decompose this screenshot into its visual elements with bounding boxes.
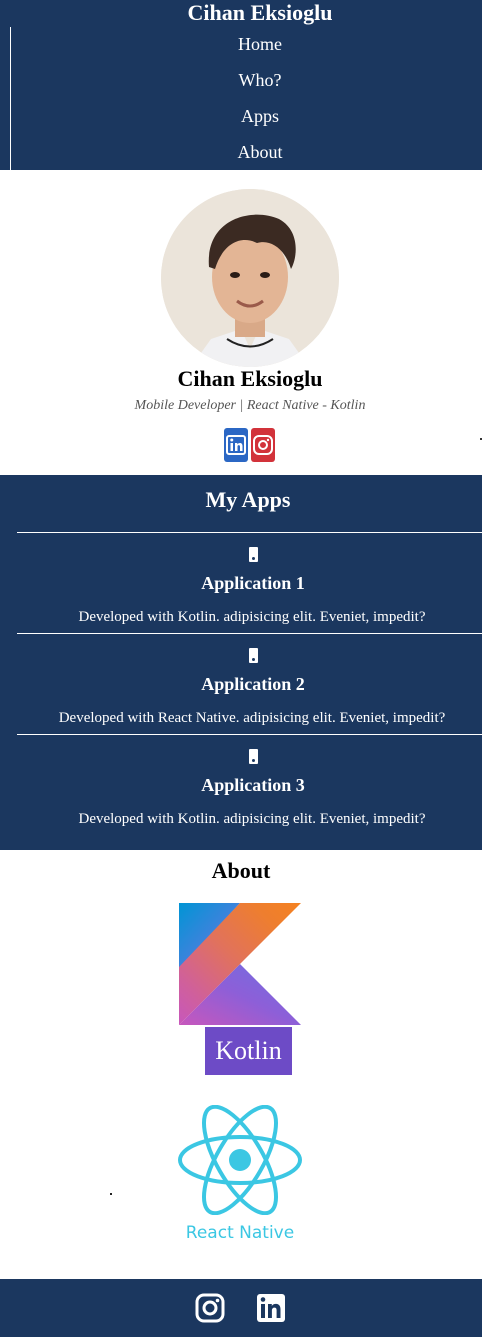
instagram-icon[interactable] — [195, 1293, 225, 1323]
linkedin-icon[interactable] — [256, 1293, 286, 1323]
app-name: Application 3 — [201, 775, 305, 795]
profile-section: Cihan Eksioglu Mobile Developer | React … — [0, 170, 482, 475]
nav-about[interactable]: About — [0, 135, 482, 171]
app-description: Developed with React Native. adipisicing… — [58, 710, 446, 726]
linkedin-icon[interactable] — [224, 428, 248, 462]
nav-who[interactable]: Who? — [0, 63, 482, 99]
site-brand[interactable]: Cihan Eksioglu — [0, 0, 482, 26]
nav-apps[interactable]: Apps — [0, 99, 482, 135]
kotlin-logo-icon — [179, 903, 301, 1025]
main-nav: Home Who? Apps About — [0, 27, 482, 171]
apps-title: My Apps — [205, 487, 291, 512]
app-card-1[interactable]: Application 1 Developed with Kotlin. adi… — [17, 532, 482, 634]
phone-icon — [249, 648, 258, 663]
app-card-2[interactable]: Application 2 Developed with React Nativ… — [17, 633, 482, 735]
avatar — [161, 189, 339, 367]
app-description: Developed with Kotlin. adipisicing elit.… — [78, 811, 426, 827]
phone-icon — [249, 547, 258, 562]
apps-section: My Apps Application 1 Developed with Kot… — [0, 475, 482, 850]
stray-mark — [110, 1193, 112, 1195]
nav-home[interactable]: Home — [0, 27, 482, 63]
profile-name: Cihan Eksioglu — [177, 366, 323, 391]
kotlin-label: Kotlin — [205, 1027, 292, 1075]
app-name: Application 1 — [201, 573, 305, 593]
profile-socials — [224, 428, 278, 462]
app-name: Application 2 — [201, 674, 305, 694]
about-title: About — [211, 858, 271, 883]
site-footer — [0, 1279, 482, 1337]
react-native-label: React Native — [185, 1223, 295, 1243]
react-logo-icon — [175, 1104, 305, 1216]
site-header: Cihan Eksioglu Home Who? Apps About — [0, 0, 482, 170]
phone-icon — [249, 749, 258, 764]
app-description: Developed with Kotlin. adipisicing elit.… — [78, 609, 426, 625]
instagram-icon[interactable] — [251, 428, 275, 462]
profile-title: Mobile Developer | React Native - Kotlin — [134, 398, 366, 413]
app-card-3[interactable]: Application 3 Developed with Kotlin. adi… — [17, 734, 482, 836]
